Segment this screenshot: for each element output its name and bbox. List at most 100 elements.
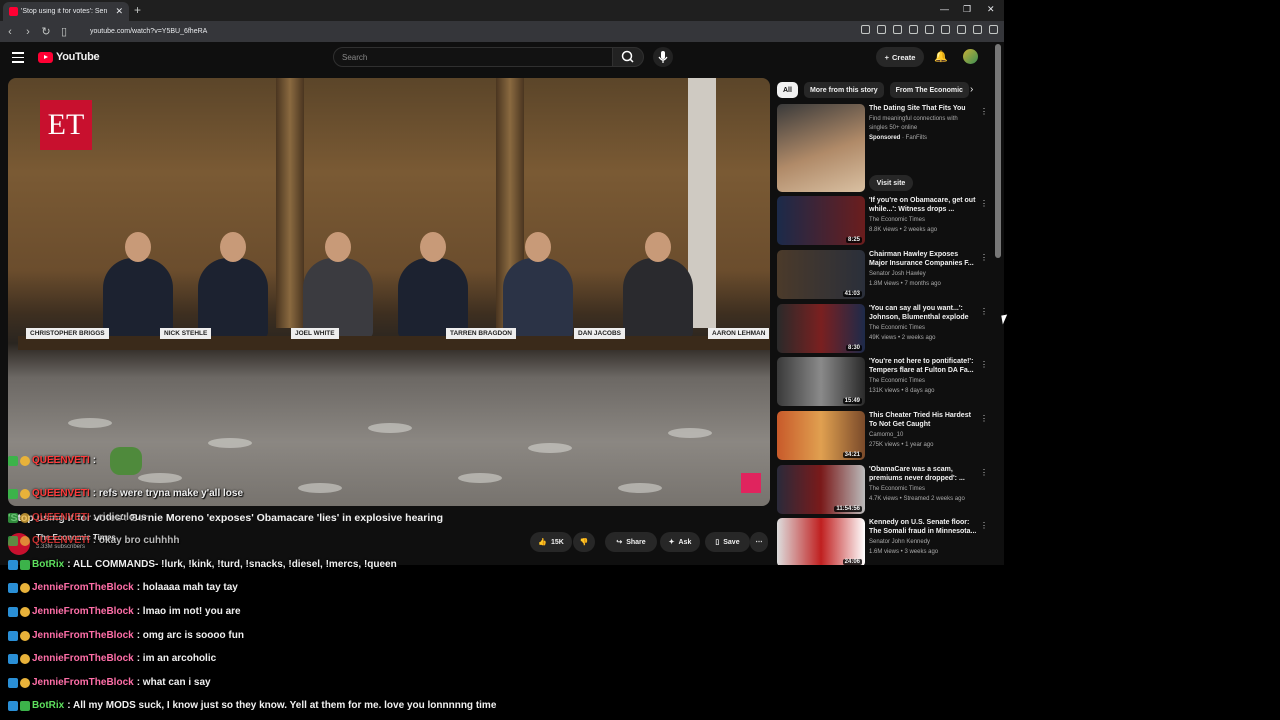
- chat-text: : holaaaa mah tay tay: [136, 582, 238, 593]
- related-filter-chips: All More from this story From The Econom…: [777, 82, 969, 98]
- like-count: 15K: [550, 538, 564, 546]
- save-button[interactable]: ▯ Save: [705, 532, 750, 552]
- video-thumbnail[interactable]: 15:49: [777, 357, 865, 406]
- extension-icon[interactable]: [909, 25, 918, 34]
- chat-badge-icon: [20, 582, 30, 593]
- carpet-pattern: [368, 423, 412, 433]
- search-button[interactable]: [612, 47, 644, 67]
- extension-icon[interactable]: [861, 25, 870, 34]
- like-button[interactable]: 👍 15K: [530, 532, 572, 552]
- minimize-icon[interactable]: —: [940, 4, 949, 14]
- chip-all[interactable]: All: [777, 82, 798, 98]
- video-thumbnail[interactable]: 34:21: [777, 411, 865, 460]
- forward-icon[interactable]: ›: [20, 26, 36, 38]
- ask-button[interactable]: ✦ Ask: [660, 532, 700, 552]
- url-field[interactable]: youtube.com/watch?v=Y5BU_6fheRA: [74, 24, 804, 39]
- youtube-logo[interactable]: YouTube: [38, 51, 100, 63]
- more-actions-button[interactable]: ⋯: [750, 532, 768, 552]
- video-item-channel[interactable]: Camomo_10: [869, 432, 903, 438]
- video-thumbnail[interactable]: 8:25: [777, 196, 865, 245]
- video-thumbnail[interactable]: 41:03: [777, 250, 865, 299]
- maximize-icon[interactable]: ❐: [963, 4, 971, 15]
- video-thumbnail[interactable]: 24:06: [777, 518, 865, 565]
- avatar[interactable]: [963, 49, 978, 64]
- share-label: Share: [626, 538, 646, 546]
- video-item-channel[interactable]: The Economic Times: [869, 325, 925, 331]
- ad-title[interactable]: The Dating Site That Fits You: [869, 104, 977, 113]
- chat-username: JennieFromTheBlock: [32, 653, 134, 664]
- video-item-title[interactable]: This Cheater Tried His Hardest To Not Ge…: [869, 411, 977, 429]
- sponsored-ad[interactable]: The Dating Site That Fits You Find meani…: [777, 104, 992, 194]
- chat-badge-icon: [8, 559, 18, 570]
- dislike-button[interactable]: 👎: [573, 532, 595, 552]
- video-item-title[interactable]: 'If you're on Obamacare, get out while..…: [869, 196, 977, 214]
- extension-icon[interactable]: [941, 25, 950, 34]
- video-item-title[interactable]: 'ObamaCare was a scam, premiums never dr…: [869, 465, 977, 483]
- video-item-title[interactable]: Kennedy on U.S. Senate floor: The Somali…: [869, 518, 977, 536]
- wall-column: [276, 78, 304, 328]
- more-options-icon[interactable]: ⋮: [980, 414, 988, 423]
- more-options-icon[interactable]: ⋮: [980, 360, 988, 369]
- chevron-right-icon[interactable]: ›: [970, 84, 973, 95]
- chat-message: QUEENVETI : okay bro cuhhhh: [8, 535, 179, 546]
- related-video[interactable]: 8:25 'If you're on Obamacare, get out wh…: [777, 196, 992, 246]
- more-options-icon[interactable]: ⋮: [980, 107, 988, 116]
- video-item-meta: 1.6M views • 3 weeks ago: [869, 549, 939, 555]
- carpet-pattern: [458, 473, 502, 483]
- video-item-channel[interactable]: Senator Josh Hawley: [869, 271, 926, 277]
- close-window-icon[interactable]: ✕: [987, 4, 995, 15]
- close-tab-icon[interactable]: ✕: [115, 6, 123, 17]
- more-options-icon[interactable]: ⋮: [980, 307, 988, 316]
- video-thumbnail[interactable]: 11:54:56: [777, 465, 865, 514]
- extension-icon[interactable]: [973, 25, 982, 34]
- video-item-title[interactable]: Chairman Hawley Exposes Major Insurance …: [869, 250, 977, 268]
- chip-from-channel[interactable]: From The Economic: [889, 82, 969, 98]
- more-options-icon[interactable]: ⋮: [980, 253, 988, 262]
- extension-icon[interactable]: [925, 25, 934, 34]
- chat-badge-icon: [20, 630, 30, 641]
- video-item-channel[interactable]: The Economic Times: [869, 217, 925, 223]
- chip-more-from-story[interactable]: More from this story: [803, 82, 884, 98]
- related-video[interactable]: 34:21 This Cheater Tried His Hardest To …: [777, 411, 992, 461]
- ad-thumbnail[interactable]: [777, 104, 865, 192]
- bookmark-icon[interactable]: ▯: [56, 25, 72, 38]
- video-player[interactable]: ET CHRISTOPHER BRIGGS NICK STEHLE JOEL W…: [8, 78, 770, 506]
- more-options-icon[interactable]: ⋮: [980, 468, 988, 477]
- video-item-meta: 8.8K views • 2 weeks ago: [869, 227, 938, 233]
- more-options-icon[interactable]: ⋮: [980, 521, 988, 530]
- chat-username: BotRix: [32, 700, 65, 711]
- video-item-channel[interactable]: Senator John Kennedy: [869, 539, 930, 545]
- visit-site-button[interactable]: Visit site: [869, 175, 913, 191]
- create-label: Create: [892, 52, 916, 62]
- notifications-bell-icon[interactable]: 🔔: [934, 50, 948, 63]
- mouse-cursor-icon: [1001, 314, 1009, 325]
- more-options-icon[interactable]: ⋮: [980, 199, 988, 208]
- video-item-title[interactable]: 'You can say all you want...': Johnson, …: [869, 304, 977, 322]
- video-thumbnail[interactable]: 8:30: [777, 304, 865, 353]
- create-button[interactable]: + Create: [876, 47, 924, 67]
- browser-tab[interactable]: 'Stop using it for votes': Sen ✕: [3, 2, 129, 21]
- duration-badge: 34:21: [842, 452, 862, 458]
- search-input[interactable]: Search: [333, 47, 613, 67]
- reload-icon[interactable]: ↻: [38, 25, 54, 38]
- back-icon[interactable]: ‹: [2, 26, 18, 38]
- video-item-title[interactable]: 'You're not here to pontificate!': Tempe…: [869, 357, 977, 375]
- ask-label: Ask: [678, 538, 692, 546]
- extension-icon[interactable]: [893, 25, 902, 34]
- related-video[interactable]: 15:49 'You're not here to pontificate!':…: [777, 357, 992, 407]
- share-button[interactable]: ↪ Share: [605, 532, 657, 552]
- extension-icon[interactable]: [877, 25, 886, 34]
- voice-search-button[interactable]: [653, 47, 673, 67]
- menu-icon[interactable]: [989, 25, 998, 34]
- related-video[interactable]: 24:06 Kennedy on U.S. Senate floor: The …: [777, 518, 992, 565]
- page-scrollbar[interactable]: [995, 44, 1001, 258]
- extension-icon[interactable]: [957, 25, 966, 34]
- hamburger-menu-icon[interactable]: [12, 52, 24, 66]
- related-video[interactable]: 11:54:56 'ObamaCare was a scam, premiums…: [777, 465, 992, 515]
- video-item-channel[interactable]: The Economic Times: [869, 378, 925, 384]
- new-tab-icon[interactable]: +: [134, 3, 141, 17]
- related-video[interactable]: 8:30 'You can say all you want...': John…: [777, 304, 992, 354]
- video-item-channel[interactable]: The Economic Times: [869, 486, 925, 492]
- carpet-pattern: [208, 438, 252, 448]
- related-video[interactable]: 41:03 Chairman Hawley Exposes Major Insu…: [777, 250, 992, 300]
